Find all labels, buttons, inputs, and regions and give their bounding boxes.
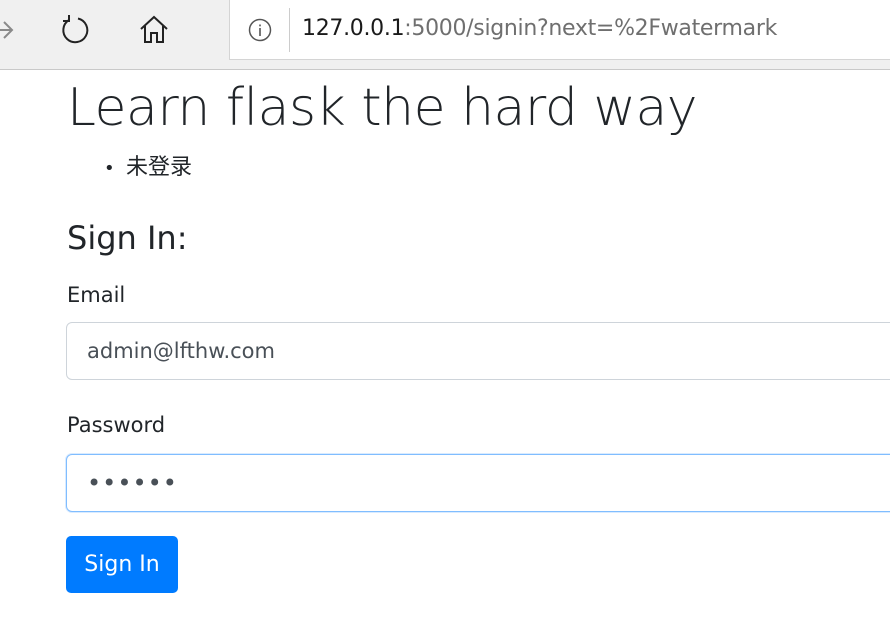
browser-toolbar: 127.0.0.1:5000/signin?next=%2Fwatermark <box>0 0 890 70</box>
back-button[interactable] <box>0 10 22 50</box>
back-arrow-icon <box>0 21 14 39</box>
url-host: 127.0.0.1 <box>302 16 405 41</box>
refresh-icon <box>62 15 89 44</box>
refresh-button[interactable] <box>55 10 95 50</box>
address-bar[interactable]: 127.0.0.1:5000/signin?next=%2Fwatermark <box>229 0 890 60</box>
url-path: :5000/signin?next=%2Fwatermark <box>404 16 778 41</box>
email-label: Email <box>67 283 126 307</box>
url-text[interactable]: 127.0.0.1:5000/signin?next=%2Fwatermark <box>302 14 777 44</box>
password-label: Password <box>67 413 166 437</box>
signin-button[interactable]: Sign In <box>66 536 178 593</box>
home-button[interactable] <box>134 10 174 50</box>
status-list: 未登录 <box>100 154 192 183</box>
address-divider <box>289 8 290 52</box>
info-icon[interactable] <box>248 18 272 42</box>
signin-heading: Sign In: <box>67 219 188 257</box>
home-icon <box>140 15 168 43</box>
password-input[interactable] <box>66 454 890 512</box>
page-title: Learn flask the hard way <box>67 78 698 138</box>
status-item-login: 未登录 <box>100 154 192 183</box>
email-input[interactable] <box>66 322 890 380</box>
